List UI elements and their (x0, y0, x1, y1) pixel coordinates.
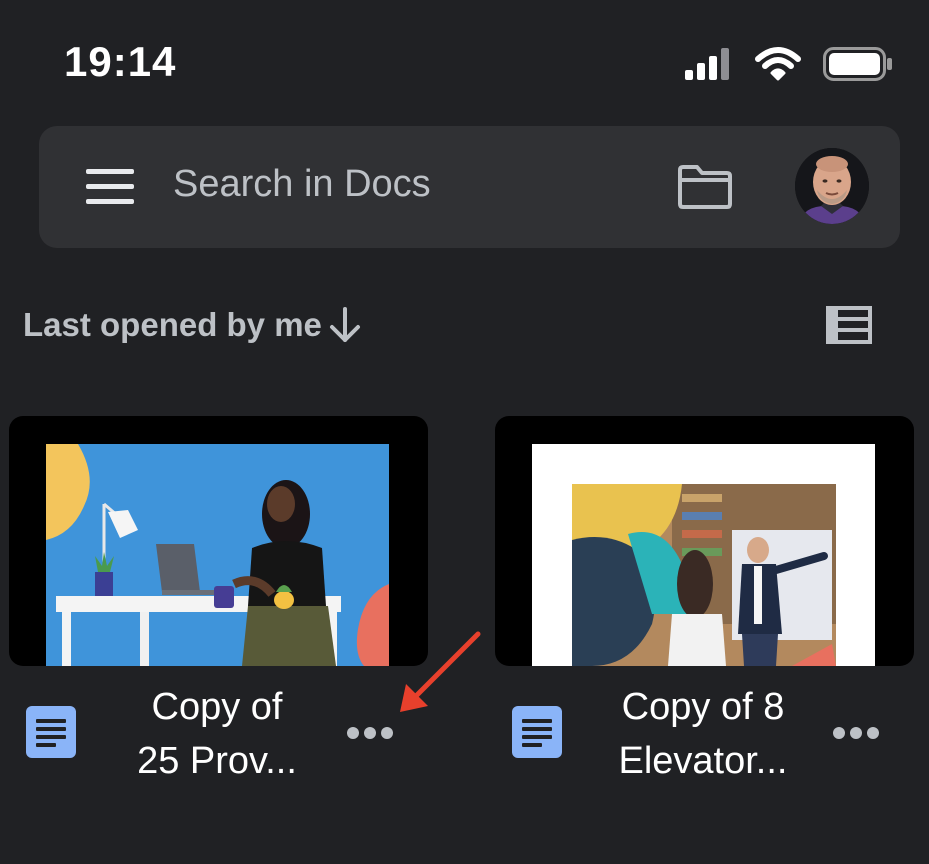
avatar[interactable] (795, 148, 869, 224)
sort-label: Last opened by me (23, 306, 322, 343)
document-card[interactable] (9, 416, 428, 666)
document-thumbnail (532, 444, 875, 666)
list-view-icon[interactable] (826, 306, 872, 344)
document-title-line1: Copy of 8 (621, 686, 785, 728)
red-arrow-annotation (400, 631, 481, 712)
status-icons (685, 46, 893, 82)
more-horizontal-icon[interactable] (832, 725, 880, 741)
status-time: 19:14 (64, 38, 177, 85)
document-title[interactable]: Copy of 25 Prov... (102, 680, 332, 788)
sort-button[interactable]: Last opened by me (23, 306, 362, 344)
document-title-line1: Copy of (151, 686, 283, 728)
search-bar[interactable]: Search in Docs (39, 126, 900, 248)
search-input[interactable]: Search in Docs (173, 163, 431, 206)
more-horizontal-icon[interactable] (346, 725, 394, 741)
document-title-line2: Elevator... (618, 740, 788, 782)
document-title-line2: 25 Prov... (137, 740, 297, 782)
battery-icon (823, 47, 892, 81)
menu-icon[interactable] (86, 169, 134, 205)
folder-icon[interactable] (677, 164, 733, 210)
docs-file-icon (26, 706, 76, 758)
wifi-icon (755, 47, 801, 81)
arrow-down-icon (329, 307, 360, 342)
cellular-signal-icon (685, 48, 729, 80)
document-card[interactable] (495, 416, 914, 666)
docs-file-icon (512, 706, 562, 758)
document-title[interactable]: Copy of 8 Elevator... (588, 680, 818, 788)
document-thumbnail (46, 444, 389, 666)
